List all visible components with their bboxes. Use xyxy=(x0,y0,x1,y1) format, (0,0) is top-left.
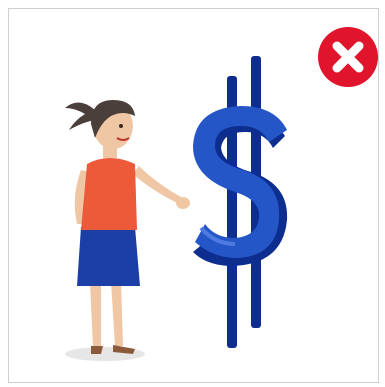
dollar-sign-icon xyxy=(193,56,288,348)
close-icon xyxy=(318,27,378,87)
close-button[interactable] xyxy=(317,26,379,88)
illustration xyxy=(55,52,305,372)
woman-icon xyxy=(65,100,190,361)
